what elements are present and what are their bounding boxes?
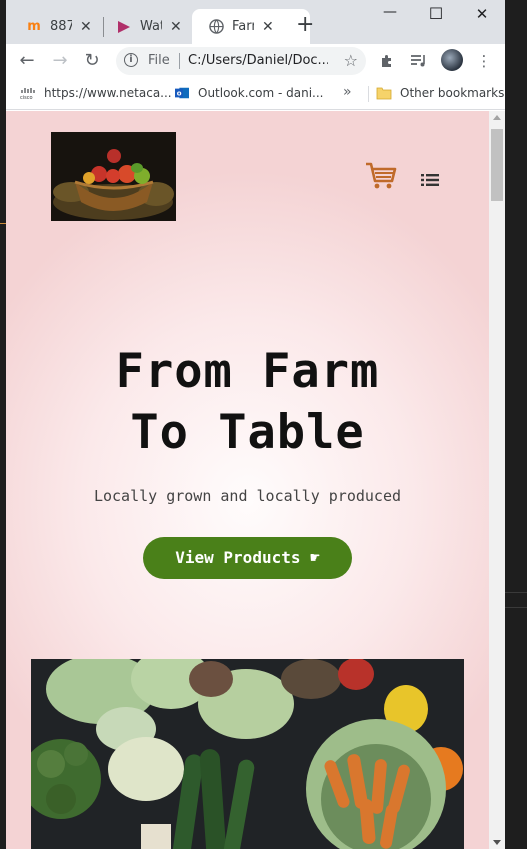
- scheme-label: File: [148, 53, 170, 68]
- info-icon[interactable]: i: [124, 53, 138, 67]
- menu-list-icon[interactable]: [421, 172, 439, 186]
- tab-title: Farm: [232, 19, 254, 34]
- new-tab-button[interactable]: +: [296, 14, 314, 36]
- minimize-button[interactable]: —: [367, 4, 413, 20]
- hero-title: From Farm To Table: [6, 341, 489, 463]
- hero-subtitle: Locally grown and locally produced: [93, 487, 402, 505]
- site-logo[interactable]: [51, 132, 176, 221]
- more-menu-icon[interactable]: ⋮: [474, 50, 494, 72]
- play-icon: [116, 19, 132, 35]
- maximize-button[interactable]: ☐: [413, 4, 459, 23]
- svg-text:cisco: cisco: [20, 95, 33, 100]
- vegetables-photo: [31, 659, 464, 849]
- globe-icon: [208, 19, 224, 35]
- close-icon[interactable]: ✕: [262, 19, 274, 35]
- media-control-icon[interactable]: [409, 50, 429, 72]
- tab-2[interactable]: Watc ✕: [100, 9, 190, 44]
- scroll-down-icon[interactable]: [493, 840, 501, 845]
- tab-title: 8873: [50, 19, 72, 34]
- bookmark-label: https://www.netaca...: [44, 86, 172, 100]
- tab-active[interactable]: Farm ✕: [192, 9, 310, 44]
- desktop-right-edge: [505, 0, 527, 849]
- back-arrow-icon[interactable]: ←: [16, 50, 38, 72]
- extensions-icon[interactable]: [377, 50, 397, 72]
- svg-text:o: o: [177, 90, 182, 98]
- close-icon[interactable]: ✕: [80, 19, 92, 35]
- window-close-button[interactable]: ✕: [459, 5, 505, 23]
- address-bar[interactable]: i File C:/Users/Daniel/Doc... ☆: [116, 47, 366, 75]
- bookmark-item[interactable]: cisco https://www.netaca...: [20, 86, 172, 100]
- view-products-button[interactable]: View Products ☛: [143, 537, 352, 579]
- scroll-up-icon[interactable]: [493, 115, 501, 120]
- bookmarks-overflow-icon[interactable]: »: [343, 84, 352, 100]
- other-bookmarks[interactable]: Other bookmarks: [376, 86, 504, 100]
- url-text[interactable]: C:/Users/Daniel/Doc...: [188, 53, 328, 68]
- tab-1[interactable]: m 8873 ✕: [10, 9, 104, 44]
- scrollbar-thumb[interactable]: [491, 129, 503, 201]
- close-icon[interactable]: ✕: [170, 19, 182, 35]
- moodle-icon: m: [27, 19, 41, 34]
- cisco-icon: cisco: [20, 88, 35, 100]
- outlook-icon: o: [175, 87, 189, 99]
- browser-window: m 8873 ✕ Watc ✕ Farm ✕ + — ☐ ✕ ← → ↻ i: [6, 0, 505, 849]
- hero-title-line-2: To Table: [130, 405, 365, 460]
- folder-icon: [376, 87, 392, 100]
- bookmark-label: Outlook.com - dani...: [198, 86, 324, 100]
- star-icon[interactable]: ☆: [344, 51, 358, 70]
- page-viewport: From Farm To Table Locally grown and loc…: [6, 111, 489, 849]
- hero-title-line-1: From Farm: [115, 344, 380, 399]
- tab-title: Watc: [140, 19, 162, 34]
- forward-arrow-icon[interactable]: →: [49, 50, 71, 72]
- reload-icon[interactable]: ↻: [81, 50, 103, 72]
- cart-icon[interactable]: [364, 159, 398, 193]
- profile-avatar[interactable]: [441, 49, 463, 71]
- tab-bar: m 8873 ✕ Watc ✕ Farm ✕ + — ☐ ✕: [6, 0, 505, 44]
- other-bookmarks-label: Other bookmarks: [400, 86, 505, 100]
- bookmark-item[interactable]: o Outlook.com - dani...: [174, 86, 323, 100]
- page-scrollbar[interactable]: [489, 111, 505, 849]
- address-toolbar: ← → ↻ i File C:/Users/Daniel/Doc... ☆ ⋮: [6, 44, 505, 78]
- bookmarks-bar: cisco https://www.netaca... o Outlook.co…: [6, 78, 505, 110]
